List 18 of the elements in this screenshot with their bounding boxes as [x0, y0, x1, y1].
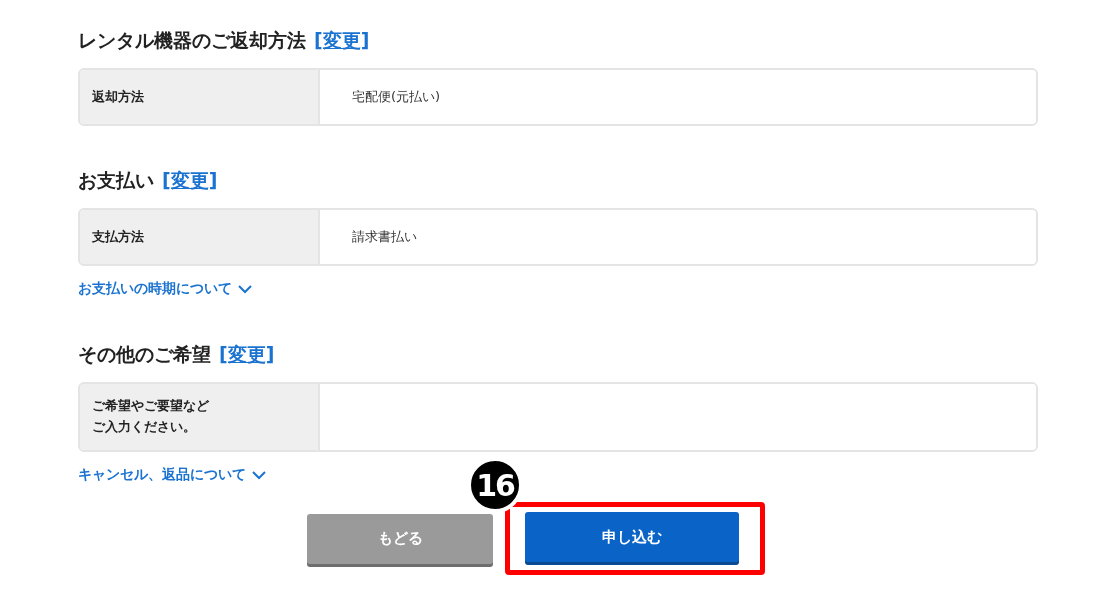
section-title: その他のご希望 [78, 342, 211, 367]
row-label: 返却方法 [80, 70, 320, 124]
chevron-down-icon [252, 470, 266, 480]
expand-link[interactable]: キャンセル、返品について [78, 466, 266, 484]
row-label: 支払方法 [80, 210, 320, 264]
submit-button[interactable]: 申し込む [525, 512, 739, 562]
row-label: ご希望やご要望など [92, 397, 209, 416]
expand-link[interactable]: お支払いの時期について [78, 280, 252, 298]
change-link[interactable]: [変更] [314, 28, 370, 54]
row-value: 宅配便(元払い) [352, 88, 441, 106]
change-link[interactable]: [変更] [219, 342, 275, 368]
change-link[interactable]: [変更] [162, 168, 218, 194]
chevron-down-icon [238, 284, 252, 294]
section-title: お支払い [78, 168, 154, 193]
row-label: ご入力ください。 [92, 418, 196, 436]
row-value: 請求書払い [352, 228, 417, 246]
section-title: レンタル機器のご返却方法 [78, 28, 306, 53]
back-button[interactable]: もどる [307, 513, 493, 564]
